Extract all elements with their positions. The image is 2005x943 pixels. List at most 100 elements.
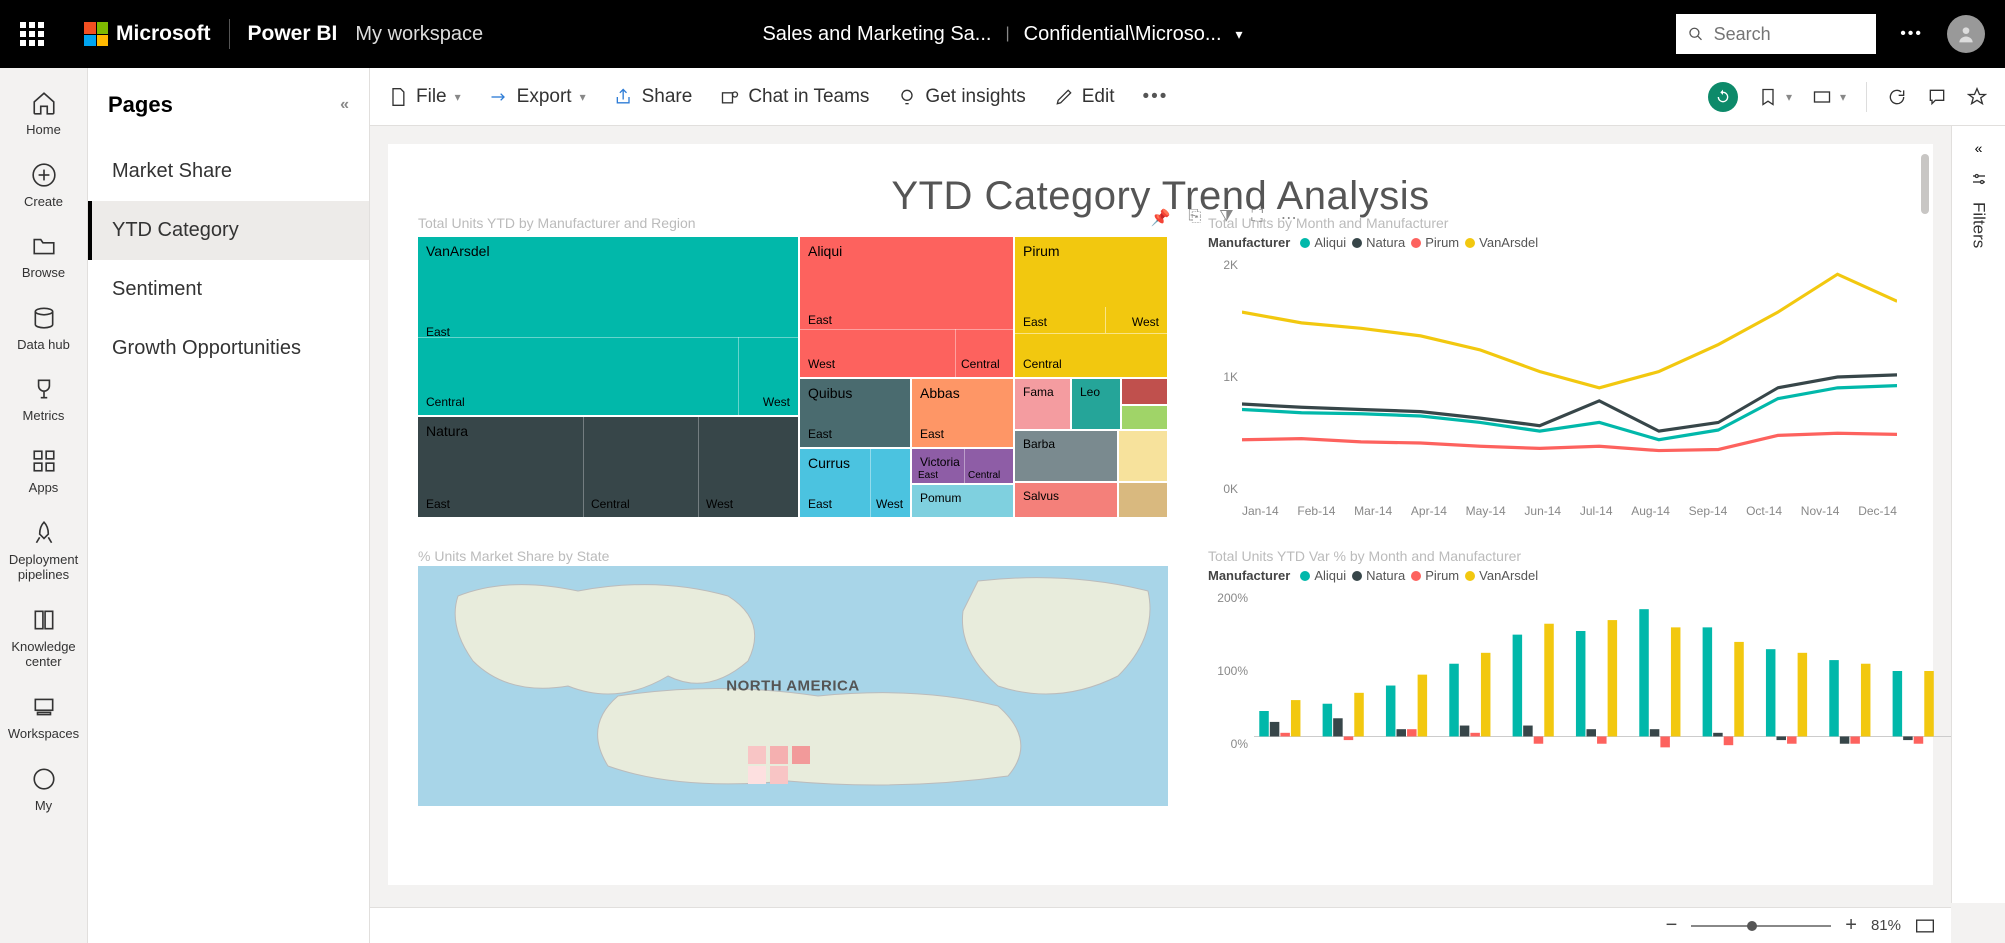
line-chart-visual[interactable]: Total Units by Month and Manufacturer Ma… — [1208, 215, 1903, 522]
y-axis: 2K 1K 0K — [1208, 258, 1238, 496]
tm-small4[interactable] — [1119, 483, 1167, 517]
star-icon[interactable] — [1967, 87, 1987, 107]
sensitivity-label[interactable]: Confidential\Microso... — [1024, 23, 1222, 46]
view-button[interactable]: ▾ — [1812, 87, 1846, 107]
chevron-down-icon[interactable]: ▾ — [1236, 26, 1243, 43]
map-box[interactable]: NORTH AMERICA — [418, 566, 1168, 806]
tm-natura[interactable]: Natura East Central West — [418, 417, 798, 517]
cmd-share[interactable]: Share — [614, 86, 693, 108]
bar-chart-visual[interactable]: Total Units YTD Var % by Month and Manuf… — [1208, 548, 1903, 806]
tm-text: Aliqui — [808, 243, 842, 259]
legend-label: Manufacturer — [1208, 235, 1290, 250]
nav-metrics[interactable]: Metrics — [0, 364, 87, 436]
map-label: NORTH AMERICA — [726, 678, 859, 695]
copy-icon[interactable]: ⎘ — [1188, 208, 1201, 228]
tm-aliqui[interactable]: Aliqui East West Central — [800, 237, 1013, 377]
map-visual[interactable]: % Units Market Share by State NORTH AMER… — [418, 548, 1168, 806]
zoom-in-button[interactable]: + — [1845, 914, 1857, 937]
tm-barba[interactable]: Barba — [1015, 431, 1117, 481]
tm-currus[interactable]: Currus East West — [800, 449, 910, 517]
top-bar: Microsoft Power BI My workspace Sales an… — [0, 0, 2005, 68]
tm-pomum[interactable]: Pomum — [912, 485, 1013, 517]
zoom-slider[interactable] — [1691, 925, 1831, 927]
collapse-icon[interactable]: « — [340, 96, 349, 114]
focus-icon[interactable]: ⛶ — [1252, 208, 1263, 228]
tm-leo[interactable]: Leo — [1072, 379, 1120, 429]
treemap-visual[interactable]: Total Units YTD by Manufacturer and Regi… — [418, 215, 1168, 522]
page-growth-opportunities[interactable]: Growth Opportunities — [88, 319, 369, 378]
scrollbar-thumb[interactable] — [1921, 154, 1929, 214]
rectangle-icon — [1812, 87, 1832, 107]
zoom-bar: − + 81% — [370, 907, 1951, 943]
legend-item: Natura — [1366, 568, 1405, 583]
more-commands-icon[interactable]: ••• — [1143, 86, 1169, 108]
refresh-icon[interactable] — [1887, 87, 1907, 107]
filter-icon[interactable]: ⧩ — [1219, 208, 1233, 228]
cmd-label: File — [416, 86, 447, 108]
tm-text: Victoria — [920, 455, 960, 469]
tm-vanarsdel[interactable]: VanArsdel East Central West — [418, 237, 798, 415]
cmd-export[interactable]: Export ▾ — [489, 86, 586, 108]
map-title: % Units Market Share by State — [418, 548, 1168, 564]
tick: Aug-14 — [1631, 504, 1670, 518]
bookmark-button[interactable]: ▾ — [1758, 87, 1792, 107]
tm-region: East — [918, 470, 938, 481]
reset-button[interactable] — [1708, 82, 1738, 112]
cmd-insights[interactable]: Get insights — [897, 86, 1025, 108]
tm-small3[interactable] — [1119, 431, 1167, 481]
nav-home[interactable]: Home — [0, 78, 87, 150]
tm-small1[interactable] — [1122, 379, 1167, 404]
more-icon[interactable]: ••• — [1900, 25, 1923, 43]
nav-datahub[interactable]: Data hub — [0, 293, 87, 365]
cmd-label: Edit — [1082, 86, 1115, 108]
legend-item: Aliqui — [1314, 235, 1346, 250]
page-sentiment[interactable]: Sentiment — [88, 260, 369, 319]
app-launcher-icon[interactable] — [20, 22, 44, 46]
apps-icon — [31, 448, 57, 474]
tm-abbas[interactable]: Abbas East — [912, 379, 1013, 447]
avatar[interactable] — [1947, 15, 1985, 53]
nav-knowledge[interactable]: Knowledge center — [0, 595, 87, 682]
tm-quibus[interactable]: Quibus East — [800, 379, 910, 447]
report-name[interactable]: Sales and Marketing Sa... — [762, 23, 991, 46]
page-ytd-category[interactable]: YTD Category — [88, 201, 369, 260]
search-input[interactable] — [1714, 24, 1865, 45]
cmd-chat-teams[interactable]: Chat in Teams — [720, 86, 869, 108]
pin-icon[interactable]: 📌 — [1151, 208, 1171, 228]
comment-icon[interactable] — [1927, 87, 1947, 107]
bulb-icon — [897, 87, 917, 107]
nav-workspaces[interactable]: Workspaces — [0, 682, 87, 754]
pages-header: Pages « — [88, 68, 369, 142]
zoom-out-button[interactable]: − — [1666, 914, 1678, 937]
tm-region: Central — [426, 395, 465, 409]
legend-item: VanArsdel — [1479, 235, 1538, 250]
more-icon[interactable]: ⋯ — [1281, 208, 1297, 228]
fit-page-icon[interactable] — [1915, 918, 1935, 934]
cmd-edit[interactable]: Edit — [1054, 86, 1115, 108]
nav-my[interactable]: My — [0, 754, 87, 826]
tm-fama[interactable]: Fama — [1015, 379, 1070, 429]
workspace-label[interactable]: My workspace — [355, 23, 483, 46]
tm-region: Central — [1023, 357, 1062, 371]
nav-apps[interactable]: Apps — [0, 436, 87, 508]
tm-small2[interactable] — [1122, 406, 1167, 429]
tm-victoria[interactable]: Victoria East Central — [912, 449, 1013, 483]
tm-region: West — [763, 395, 790, 409]
tm-pirum[interactable]: Pirum East West Central — [1015, 237, 1167, 377]
report-canvas[interactable]: YTD Category Trend Analysis 📌 ⎘ ⧩ ⛶ ⋯ To… — [388, 144, 1933, 885]
filters-pane-collapsed[interactable]: « Filters — [1951, 126, 2005, 903]
product-label[interactable]: Power BI — [248, 22, 338, 46]
tm-salvus[interactable]: Salvus — [1015, 483, 1117, 517]
page-market-share[interactable]: Market Share — [88, 142, 369, 201]
folder-icon — [31, 233, 57, 259]
search-box[interactable] — [1676, 14, 1876, 54]
bar-chart-plot: 200% 100% 0% — [1208, 591, 1903, 751]
cmd-file[interactable]: File ▾ — [388, 86, 461, 108]
expand-icon[interactable]: « — [1975, 140, 1983, 156]
search-icon — [1688, 25, 1703, 43]
nav-create[interactable]: Create — [0, 150, 87, 222]
nav-pipelines[interactable]: Deployment pipelines — [0, 508, 87, 595]
nav-browse[interactable]: Browse — [0, 221, 87, 293]
filter-sliders-icon — [1970, 170, 1988, 188]
pages-title: Pages — [108, 92, 173, 118]
